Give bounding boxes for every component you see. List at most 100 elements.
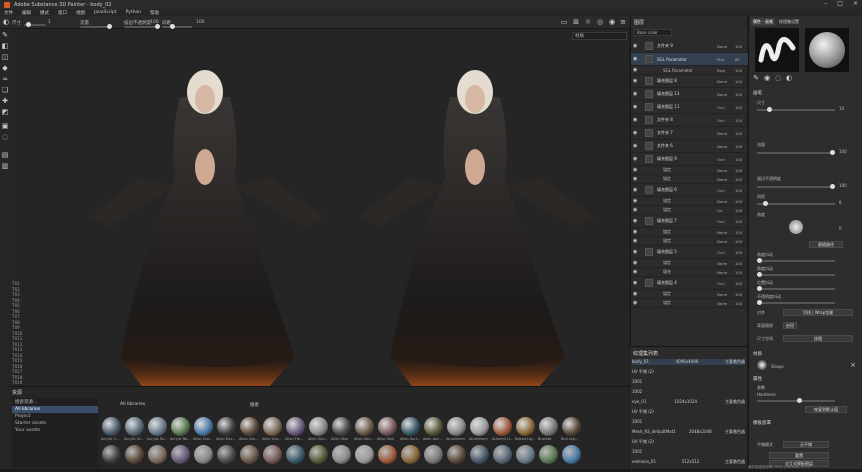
material-swatch[interactable] [493,417,512,436]
visibility-eye-icon[interactable]: ◉ [633,291,637,297]
layer-opacity[interactable]: 100 [735,177,742,182]
layer-blend-mode[interactable]: Ovrl [717,118,725,123]
maximize-icon[interactable]: □ [837,0,843,7]
stroke-opacity-slider[interactable] [757,184,835,189]
material-swatch[interactable] [516,417,535,436]
minimize-icon[interactable]: – [824,0,827,7]
material-swatch[interactable] [355,417,374,436]
material-swatch[interactable] [217,417,236,436]
layer-effect-row[interactable]: ◉ 锚定 Lin 100 [631,206,748,215]
visibility-eye-icon[interactable]: ◉ [633,207,637,213]
layer-blend-mode[interactable]: Norm [717,79,727,84]
tree-item-your-assets[interactable]: Your assets [12,427,98,434]
flow-value[interactable]: 100 [839,149,847,154]
alpha-close-icon[interactable]: × [849,361,857,369]
stencil-tab-icon[interactable]: ◐ [785,74,793,82]
layer-opacity[interactable]: 100 [735,44,742,49]
layer-effect-row[interactable]: ◉ 锚定 Norm 100 [631,166,748,175]
viewport-menu-icon[interactable]: ≡ [619,18,627,26]
layer-row[interactable]: ◉ 文件夹 7 Norm 100 [631,127,748,140]
jitter-slider-1[interactable] [757,258,835,263]
texture-set-shader[interactable]: 主要着色器 [725,459,745,465]
paint-brush-icon[interactable]: ✎ [1,31,9,39]
layer-row[interactable]: ◉ 填充图层 8 Norm 100 [631,75,748,88]
texture-set-shader[interactable]: 主要着色器 [725,429,745,435]
material-swatch[interactable] [194,445,213,464]
polygon-fill-icon[interactable]: ◆ [1,64,9,72]
material-swatch[interactable] [125,445,144,464]
layer-row[interactable]: ◉ 文件夹 6 Norm 100 [631,140,748,153]
material-swatch[interactable] [470,417,489,436]
spacing-slider[interactable] [757,201,835,206]
texture-set-shader[interactable]: 主要着色器 [725,399,745,405]
tree-item-all-libraries[interactable]: All libraries [12,406,98,413]
layer-opacity[interactable]: 100 [735,144,742,149]
menu-javascript[interactable]: JavaScript [94,10,117,15]
layer-blend-mode[interactable]: Norm [717,92,727,97]
layer-effect-row[interactable]: ◉ 锚定 Norm 100 [631,197,748,206]
channel-select[interactable]: Base color [634,29,672,36]
visibility-eye-icon[interactable]: ◉ [633,218,637,224]
visibility-eye-icon[interactable]: ◉ [633,43,637,49]
visibility-eye-icon[interactable]: ◉ [633,91,637,97]
menu-python[interactable]: Python [126,10,142,15]
shelf-search-field[interactable]: 搜索 [250,402,259,408]
visibility-eye-icon[interactable]: ◉ [633,249,637,255]
material-swatch[interactable] [240,417,259,436]
layer-opacity[interactable]: 100 [735,281,742,286]
visibility-eye-icon[interactable]: ◉ [633,198,637,204]
bake-icon[interactable]: ◎ [596,18,604,26]
layer-row[interactable]: ◉ 填充图层 7 Ovrl 100 [631,215,748,228]
material-tab-icon[interactable]: ◉ [763,74,771,82]
material-swatch[interactable] [516,445,535,464]
menu-mode[interactable]: 模式 [40,10,49,16]
material-swatch[interactable] [447,445,466,464]
layer-opacity[interactable]: 100 [735,261,742,266]
material-swatch[interactable] [309,417,328,436]
layer-blend-mode[interactable]: Norm [717,301,727,306]
material-swatch[interactable] [263,417,282,436]
render-icon[interactable]: ☼ [584,18,592,26]
layer-blend-mode[interactable]: Ovrl [717,219,725,224]
material-swatch[interactable] [562,445,581,464]
toolbar-spacing-slider[interactable] [162,24,192,29]
follow-path-button[interactable]: 跟随路径 [809,241,843,248]
layer-blend-mode[interactable]: Ovrl [717,105,725,110]
layer-blend-mode[interactable]: Norm [717,131,727,136]
layer-opacity[interactable]: 100 [735,270,742,275]
material-swatch[interactable] [378,445,397,464]
layer-opacity[interactable]: 100 [735,105,742,110]
brush-tab-icon[interactable]: ✎ [752,74,760,82]
tree-item-project[interactable]: Project [12,413,98,420]
material-swatch[interactable] [470,445,489,464]
material-swatch[interactable] [424,445,443,464]
flow-slider[interactable] [757,150,835,155]
texture-set-row[interactable]: eye_01 1024x1024 主要着色器 [632,399,745,405]
shelf-search-input[interactable]: 搜索资源... [12,398,98,406]
menu-help[interactable]: 帮助 [150,10,159,16]
texture-set-shader[interactable]: 主要着色器 [725,359,745,365]
texture-set-row[interactable]: UV 平铺 (2) [632,439,745,445]
layer-opacity[interactable]: 100 [735,292,742,297]
layer-blend-mode[interactable]: Ovrl [717,157,725,162]
alignment-select[interactable]: 切线 | Wrap包裹 [783,309,853,316]
material-swatch[interactable] [102,417,121,436]
layer-opacity[interactable]: 100 [735,230,742,235]
picker-icon[interactable]: ✚ [1,97,9,105]
size-space-select[interactable]: 纹理 [783,335,853,342]
material-swatch[interactable] [355,445,374,464]
material-swatch[interactable] [447,417,466,436]
texture-set-row[interactable]: 1002 [632,389,745,394]
material-swatch[interactable] [171,417,190,436]
layer-blend-mode[interactable]: Norm [717,199,727,204]
camera-icon[interactable]: ▭ [560,18,568,26]
texture-set-row[interactable]: 1001 [632,379,745,384]
tree-item-starter-assets[interactable]: Starter assets [12,420,98,427]
menu-view[interactable]: 视图 [76,10,85,16]
layer-effect-row[interactable]: ◉ 锚定 Norm 100 [631,299,748,308]
lights-icon[interactable]: ◌ [1,133,9,141]
jitter-slider-2[interactable] [757,272,835,277]
material-swatch[interactable] [562,417,581,436]
tiling-select[interactable]: 无平铺 [783,441,829,448]
geometry-mask-icon[interactable]: ◩ [1,108,9,116]
